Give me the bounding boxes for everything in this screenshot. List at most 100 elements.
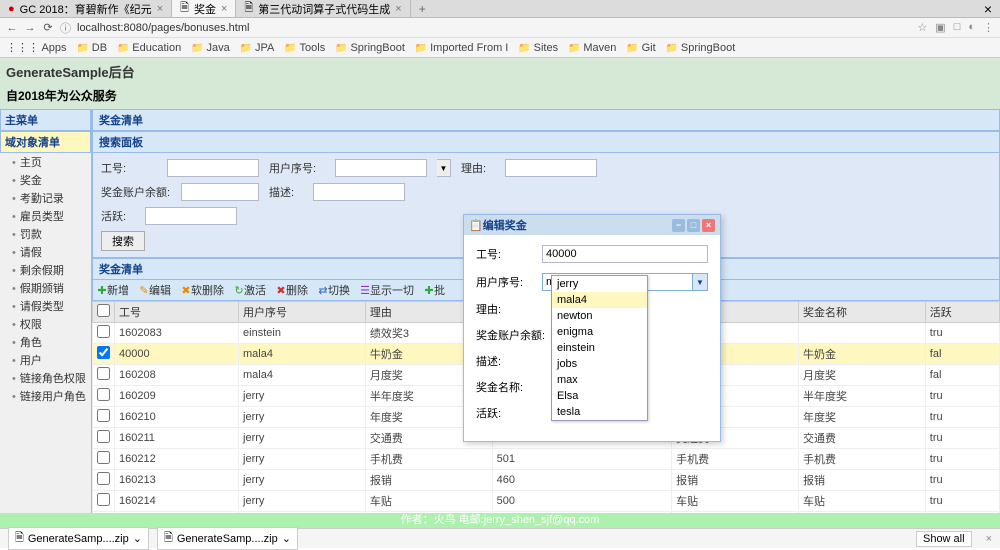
cell: 车贴: [798, 491, 925, 512]
sidebar-item[interactable]: 考勤记录: [0, 189, 91, 207]
bookmark-folder[interactable]: JPA: [240, 42, 275, 54]
sidebar-item[interactable]: 剩余假期: [0, 261, 91, 279]
ext-icon[interactable]: ▣: [935, 21, 945, 34]
showall-button[interactable]: ☰显示一切: [360, 282, 414, 298]
dropdown-option[interactable]: mala4: [552, 292, 647, 308]
showall-button[interactable]: Show all: [916, 531, 972, 547]
cell: 460: [492, 470, 671, 491]
window-close-button[interactable]: ×: [976, 1, 1000, 17]
cell: jerry: [239, 470, 366, 491]
star-icon[interactable]: ☆: [917, 21, 927, 34]
download-item[interactable]: 🗎 GenerateSamp....zip ⌄: [157, 527, 298, 550]
user-input[interactable]: [335, 159, 427, 177]
code-input[interactable]: [167, 159, 259, 177]
chevron-down-icon[interactable]: ▼: [692, 274, 707, 290]
dropdown-option[interactable]: enigma: [552, 324, 647, 340]
close-icon[interactable]: ×: [986, 533, 992, 545]
row-checkbox[interactable]: [97, 493, 110, 506]
row-checkbox[interactable]: [97, 325, 110, 338]
download-item[interactable]: 🗎 GenerateSamp....zip ⌄: [8, 527, 149, 550]
balance-input[interactable]: [181, 183, 259, 201]
del-button[interactable]: ✖删除: [276, 282, 308, 298]
sidebar-item[interactable]: 请假类型: [0, 297, 91, 315]
softdel-button[interactable]: ✖软删除: [181, 282, 224, 298]
row-checkbox[interactable]: [97, 472, 110, 485]
search-button[interactable]: 搜索: [101, 231, 145, 251]
bookmark-folder[interactable]: Git: [626, 42, 655, 54]
add-button[interactable]: ✚新增: [97, 282, 129, 298]
forward-icon[interactable]: →: [24, 22, 36, 34]
col-header[interactable]: 奖金名称: [798, 302, 925, 323]
reload-icon[interactable]: ⟳: [42, 21, 54, 34]
browser-tab[interactable]: 🗎第三代动词算子式代码生成×: [236, 0, 410, 17]
dropdown-option[interactable]: einstein: [552, 340, 647, 356]
sidebar-item[interactable]: 链接角色权限: [0, 369, 91, 387]
active-input[interactable]: [145, 207, 237, 225]
select-all-checkbox[interactable]: [97, 304, 110, 317]
table-row[interactable]: 160212jerry手机费501手机费手机费tru: [93, 449, 1000, 470]
row-checkbox[interactable]: [97, 409, 110, 422]
dropdown-option[interactable]: max: [552, 372, 647, 388]
sidebar-item[interactable]: 角色: [0, 333, 91, 351]
new-tab-button[interactable]: +: [411, 2, 434, 16]
dropdown-option[interactable]: Elsa: [552, 388, 647, 404]
bookmark-folder[interactable]: SpringBoot: [666, 42, 736, 54]
sidebar-item[interactable]: 雇员类型: [0, 207, 91, 225]
col-header[interactable]: 活跃: [925, 302, 999, 323]
ext-icon[interactable]: ◐: [968, 21, 975, 34]
bookmark-folder[interactable]: Tools: [284, 42, 325, 54]
sidebar-item[interactable]: 罚款: [0, 225, 91, 243]
ext-icon[interactable]: □: [954, 21, 961, 34]
activate-button[interactable]: ↻激活: [234, 282, 266, 298]
batch-button[interactable]: ✚批: [424, 282, 445, 298]
sidebar-item[interactable]: 主页: [0, 153, 91, 171]
bookmark-folder[interactable]: Imported From I: [415, 42, 508, 54]
sidebar-item[interactable]: 请假: [0, 243, 91, 261]
bookmark-folder[interactable]: Sites: [518, 42, 558, 54]
edit-button[interactable]: ✎编辑: [139, 282, 171, 298]
row-checkbox[interactable]: [97, 367, 110, 380]
sidebar-item[interactable]: 用户: [0, 351, 91, 369]
sidebar-item[interactable]: 链接用户角色: [0, 387, 91, 405]
dlg-code-input[interactable]: [542, 245, 708, 263]
table-row[interactable]: 160214jerry车贴500车贴车贴tru: [93, 491, 1000, 512]
row-checkbox[interactable]: [97, 346, 110, 359]
url-text[interactable]: localhost:8080/pages/bonuses.html: [77, 22, 911, 34]
bookmark-folder[interactable]: Java: [191, 42, 229, 54]
apps-button[interactable]: ⋮⋮⋮ Apps: [6, 41, 67, 54]
col-header[interactable]: 用户序号: [239, 302, 366, 323]
sidebar-main-header[interactable]: 主菜单: [0, 109, 91, 131]
close-icon[interactable]: ×: [221, 3, 227, 15]
bookmark-folder[interactable]: Education: [117, 42, 181, 54]
desc-input[interactable]: [313, 183, 405, 201]
col-header[interactable]: 工号: [115, 302, 239, 323]
dropdown-option[interactable]: newton: [552, 308, 647, 324]
bookmark-folder[interactable]: SpringBoot: [335, 42, 405, 54]
bookmark-folder[interactable]: Maven: [568, 42, 616, 54]
dropdown-icon[interactable]: ▼: [437, 159, 451, 177]
maximize-icon[interactable]: □: [687, 219, 700, 232]
dropdown-option[interactable]: tesla: [552, 404, 647, 420]
dropdown-option[interactable]: jerry: [552, 276, 647, 292]
browser-tab[interactable]: 🗎奖金×: [172, 0, 236, 17]
reason-input[interactable]: [505, 159, 597, 177]
sidebar-domain-header[interactable]: 域对象清单: [0, 131, 91, 153]
bookmark-folder[interactable]: DB: [77, 42, 108, 54]
sidebar-item[interactable]: 权限: [0, 315, 91, 333]
dropdown-option[interactable]: jobs: [552, 356, 647, 372]
toggle-button[interactable]: ⇄切换: [318, 282, 350, 298]
minimize-icon[interactable]: −: [672, 219, 685, 232]
row-checkbox[interactable]: [97, 430, 110, 443]
footer: 作者：火鸟 电邮:jerry_shen_sjf@qq.com: [0, 513, 1000, 528]
sidebar-item[interactable]: 假期颁销: [0, 279, 91, 297]
row-checkbox[interactable]: [97, 388, 110, 401]
close-icon[interactable]: ×: [702, 219, 715, 232]
close-icon[interactable]: ×: [157, 3, 163, 15]
sidebar-item[interactable]: 奖金: [0, 171, 91, 189]
table-row[interactable]: 160213jerry报销460报销报销tru: [93, 470, 1000, 491]
row-checkbox[interactable]: [97, 451, 110, 464]
back-icon[interactable]: ←: [6, 22, 18, 34]
close-icon[interactable]: ×: [395, 3, 401, 15]
browser-tab[interactable]: ●GC 2018：育碧新作《纪元×: [0, 0, 172, 17]
menu-icon[interactable]: ⋮: [983, 21, 994, 34]
